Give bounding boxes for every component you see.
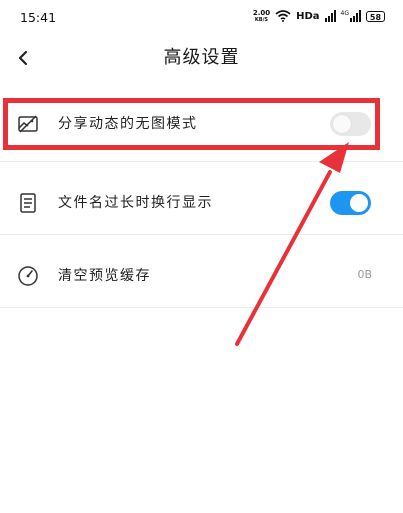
page-title: 高级设置 — [163, 47, 240, 68]
annotation-highlight-box — [3, 98, 380, 150]
setting-label-wrap-long-filenames: 文件名过长时换行显示 — [58, 195, 213, 211]
network-type-label: 4G — [340, 10, 349, 17]
cache-size-value: 0B — [357, 268, 372, 281]
divider — [0, 161, 403, 162]
setting-label-clear-preview-cache: 清空预览缓存 — [58, 268, 151, 284]
network-speed: 2.00 KB/S — [252, 8, 271, 23]
status-time: 15:41 — [20, 10, 57, 25]
hd-voice-indicator: HDa — [296, 10, 320, 22]
gauge-icon — [18, 266, 38, 286]
battery-level: 58 — [369, 12, 382, 22]
network-speed-value: 2.00 — [252, 8, 271, 17]
status-icons: 2.00 KB/S HDa 4G 58 — [253, 8, 385, 24]
wifi-icon — [275, 10, 291, 22]
document-icon — [20, 193, 36, 213]
battery-icon: 58 — [366, 10, 385, 22]
header: 高级设置 — [0, 34, 403, 84]
wrap-long-filenames-toggle[interactable] — [330, 191, 371, 215]
setting-row-clear-preview-cache[interactable]: 清空预览缓存 0B — [0, 241, 403, 313]
status-bar: 15:41 2.00 KB/S HDa 4G 58 — [0, 0, 403, 34]
divider — [0, 307, 403, 308]
setting-row-wrap-long-filenames[interactable]: 文件名过长时换行显示 — [0, 168, 403, 240]
network-speed-unit: KB/S — [254, 16, 269, 23]
signal-sim2: 4G — [341, 10, 361, 22]
signal-sim1 — [324, 10, 336, 22]
divider — [0, 234, 403, 235]
toggle-knob — [350, 194, 368, 212]
